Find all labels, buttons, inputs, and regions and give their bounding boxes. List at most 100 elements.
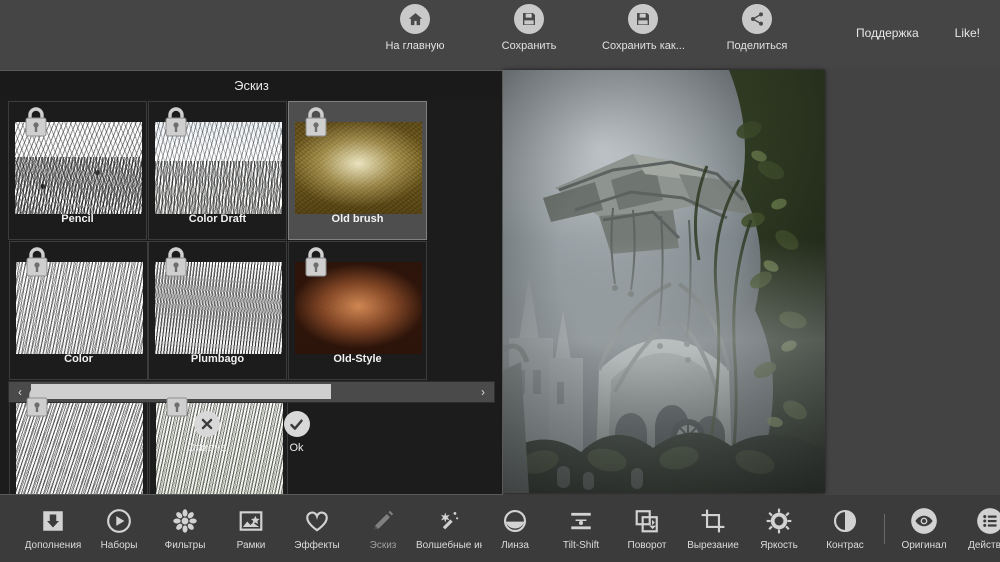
lock-icon xyxy=(163,246,189,278)
addons-icon xyxy=(40,506,66,536)
preset-cell-old-brush[interactable]: Old brush xyxy=(288,101,427,240)
lock-icon xyxy=(303,106,329,138)
scrollbar-track[interactable] xyxy=(31,382,472,402)
save-button-label: Сохранить xyxy=(501,40,557,52)
share-icon xyxy=(742,4,772,34)
lock-icon xyxy=(24,386,50,418)
lock-icon xyxy=(163,106,189,138)
tool-filters[interactable]: Фильтры xyxy=(152,506,218,551)
magic-wand-icon xyxy=(436,506,462,536)
tool-actions[interactable]: Действия xyxy=(957,506,1000,551)
save-icon xyxy=(514,4,544,34)
preset-label: Old brush xyxy=(331,213,384,225)
tool-original[interactable]: Оригинал xyxy=(891,506,957,551)
rotate-icon xyxy=(634,506,660,536)
like-link[interactable]: Like! xyxy=(955,26,980,40)
toolbar-divider xyxy=(884,513,885,544)
tool-rotate[interactable]: Поворот xyxy=(614,506,680,551)
tool-frames[interactable]: Рамки xyxy=(218,506,284,551)
effects-icon xyxy=(304,506,330,536)
brightness-icon xyxy=(766,506,792,536)
home-icon xyxy=(400,4,430,34)
tool-label: Яркость xyxy=(760,540,798,551)
lock-icon xyxy=(303,246,329,278)
tool-label: Наборы xyxy=(100,540,138,551)
tool-label: Дополнения xyxy=(24,540,82,551)
top-right-links: Поддержка Like! xyxy=(856,26,980,40)
tool-effects[interactable]: Эффекты xyxy=(284,506,350,551)
save-as-icon xyxy=(628,4,658,34)
top-toolbar-actions: На главную Сохранить Сохранить как... По… xyxy=(370,4,802,52)
home-button-label: На главную xyxy=(385,40,445,52)
tilt-shift-icon xyxy=(568,506,594,536)
check-icon xyxy=(283,411,310,437)
save-button[interactable]: Сохранить xyxy=(484,4,574,52)
dialog-actions: Отмена Ok xyxy=(0,411,502,454)
home-button[interactable]: На главную xyxy=(370,4,460,52)
preset-cell-plumbago[interactable]: Plumbago xyxy=(148,241,287,380)
preset-cell-color-draft[interactable]: Color Draft xyxy=(148,101,287,240)
photo-vignette xyxy=(503,70,825,493)
photo-editor-app: На главную Сохранить Сохранить как... По… xyxy=(0,0,1000,562)
tool-presets[interactable]: Наборы xyxy=(86,506,152,551)
tool-label: Линза xyxy=(501,540,529,551)
tool-brightness[interactable]: Яркость xyxy=(746,506,812,551)
lens-icon xyxy=(502,506,528,536)
ok-button[interactable]: Ok xyxy=(265,411,329,454)
preset-cell-pencil[interactable]: Pencil xyxy=(8,101,147,240)
preset-label: Plumbago xyxy=(190,353,245,365)
ok-button-label: Ok xyxy=(289,442,304,454)
lock-icon xyxy=(164,386,190,418)
preset-horizontal-scrollbar[interactable]: ‹ › xyxy=(8,381,495,403)
filters-icon xyxy=(172,506,198,536)
preset-label: Color Draft xyxy=(188,213,247,225)
save-as-button-label: Сохранить как... xyxy=(602,40,684,52)
tool-label: Рамки xyxy=(236,540,266,551)
tool-magic-tools[interactable]: Волшебные инс xyxy=(416,506,482,551)
tool-label: Волшебные инс xyxy=(416,540,482,551)
bottom-toolbar: Дополнения Наборы Фильтры Рамки Эффекты … xyxy=(0,495,1000,562)
lock-icon xyxy=(23,106,49,138)
preset-label: Color xyxy=(64,353,93,365)
sketch-icon xyxy=(370,506,396,536)
top-toolbar: На главную Сохранить Сохранить как... По… xyxy=(0,0,1000,68)
lock-icon xyxy=(24,246,50,278)
preset-label: Pencil xyxy=(61,213,94,225)
tool-label: Поворот xyxy=(627,540,667,551)
contrast-icon xyxy=(832,506,858,536)
tool-label: Фильтры xyxy=(164,540,206,551)
cancel-button-label: Отмена xyxy=(186,442,227,454)
tool-sketch[interactable]: Эскиз xyxy=(350,506,416,551)
preset-cell-old-style[interactable]: Old-Style xyxy=(288,241,427,380)
image-canvas[interactable] xyxy=(503,70,825,493)
tool-lens[interactable]: Линза xyxy=(482,506,548,551)
save-as-button[interactable]: Сохранить как... xyxy=(598,4,688,52)
dialog-header: Эскиз xyxy=(0,71,502,99)
sketch-effects-dialog: Эскиз Pencil Color Draft Old brush Color… xyxy=(0,70,503,495)
tool-label: Действия xyxy=(968,540,1000,551)
frames-icon xyxy=(238,506,264,536)
edited-photo xyxy=(503,70,825,493)
tool-label: Контрас xyxy=(826,540,864,551)
actions-icon xyxy=(976,506,1000,536)
presets-icon xyxy=(106,506,132,536)
tool-tilt-shift[interactable]: Tilt-Shift xyxy=(548,506,614,551)
preset-cell-color[interactable]: Color xyxy=(9,241,148,380)
crop-icon xyxy=(700,506,726,536)
tool-label: Tilt-Shift xyxy=(562,540,600,551)
tool-label: Эффекты xyxy=(294,540,340,551)
scroll-right-arrow-icon[interactable]: › xyxy=(472,382,494,402)
close-icon xyxy=(193,411,220,437)
tool-contrast[interactable]: Контрас xyxy=(812,506,878,551)
tool-label: Эскиз xyxy=(369,540,397,551)
tool-label: Вырезание xyxy=(687,540,739,551)
dialog-title: Эскиз xyxy=(234,77,269,93)
original-icon xyxy=(910,506,938,536)
share-button[interactable]: Поделиться xyxy=(712,4,802,52)
share-button-label: Поделиться xyxy=(726,40,788,52)
tool-crop[interactable]: Вырезание xyxy=(680,506,746,551)
preset-label: Old-Style xyxy=(333,353,382,365)
tool-addons[interactable]: Дополнения xyxy=(20,506,86,551)
tool-label: Оригинал xyxy=(901,540,947,551)
support-link[interactable]: Поддержка xyxy=(856,26,919,40)
